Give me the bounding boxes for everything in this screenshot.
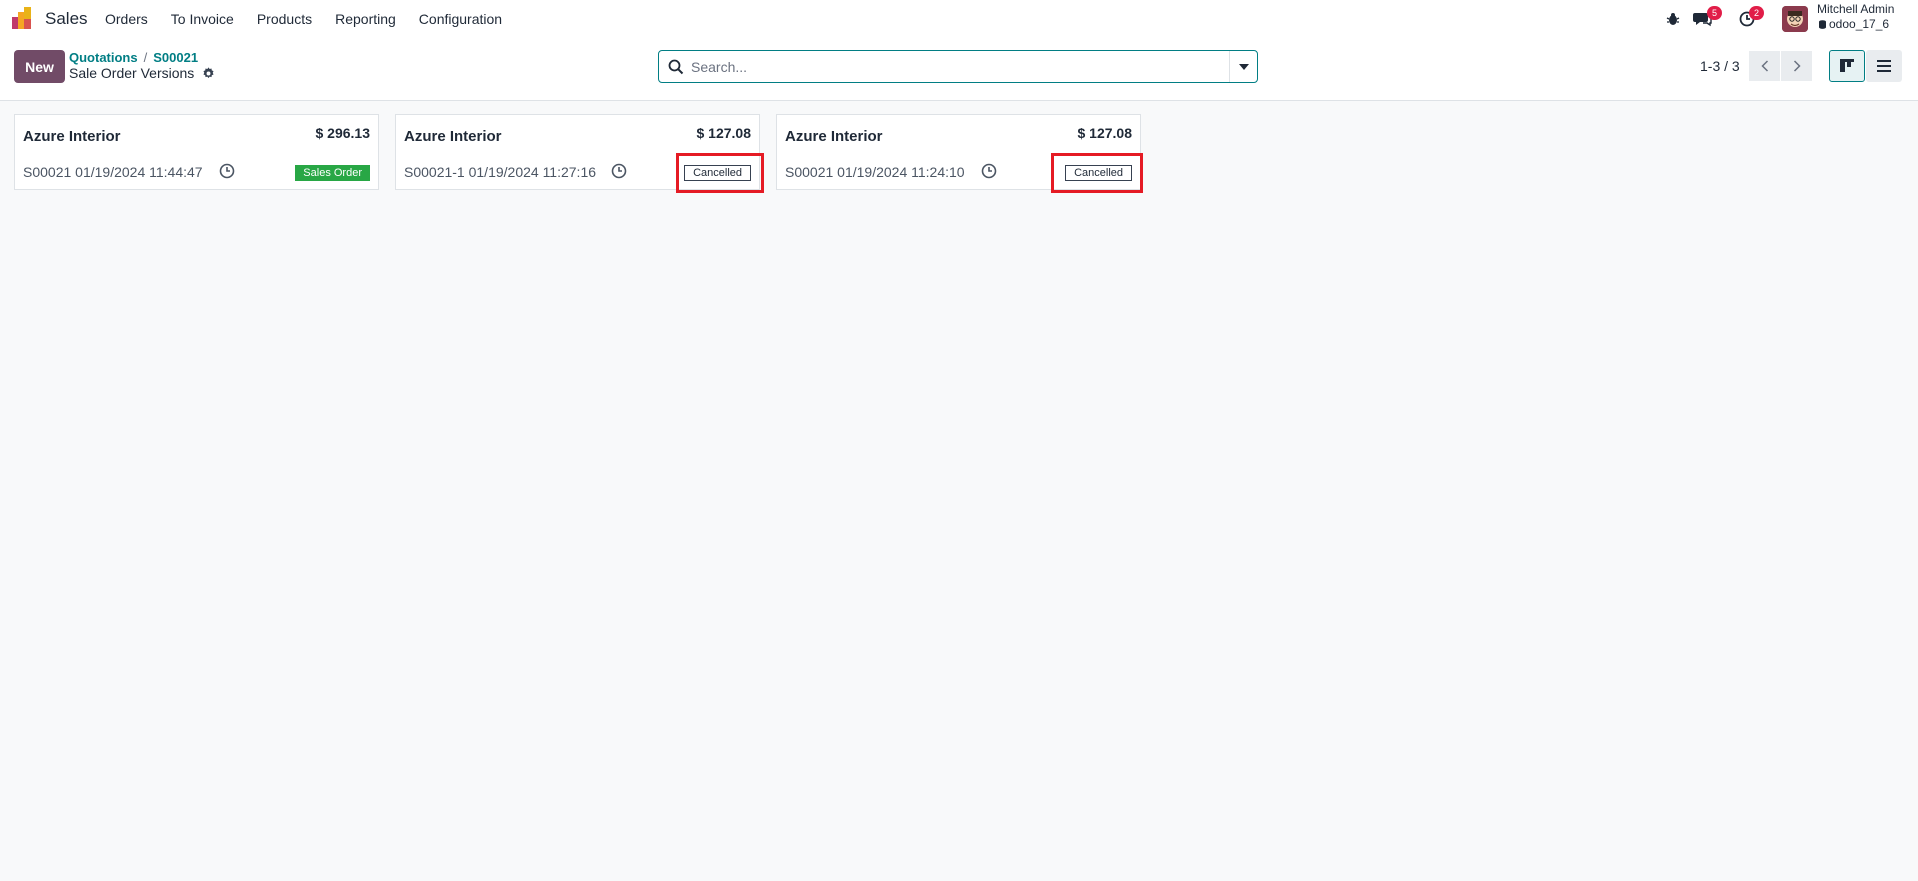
clock-icon[interactable] (219, 163, 235, 179)
gear-icon[interactable] (202, 66, 215, 80)
search-input[interactable] (691, 52, 1221, 81)
sales-app-icon[interactable] (12, 7, 36, 29)
chevron-right-icon (1793, 60, 1801, 72)
search-icon (668, 59, 684, 75)
card-amount: $ 127.08 (696, 125, 752, 141)
messages-icon[interactable]: 5 (1693, 6, 1722, 29)
breadcrumb-quotations[interactable]: Quotations (69, 50, 138, 65)
status-badge: Sales Order (295, 165, 370, 181)
search-bar (658, 50, 1258, 83)
app-name[interactable]: Sales (45, 9, 88, 29)
pager-next-button[interactable] (1781, 51, 1812, 81)
activities-icon[interactable]: 2 (1737, 6, 1764, 29)
clock-icon[interactable] (981, 163, 997, 179)
menu-products[interactable]: Products (257, 11, 312, 27)
search-options-toggle[interactable] (1229, 51, 1257, 82)
card-amount: $ 127.08 (1077, 125, 1133, 141)
control-panel: New Quotations / S00021 Sale Order Version… (0, 38, 1918, 101)
menu-configuration[interactable]: Configuration (419, 11, 502, 27)
pager-previous-button[interactable] (1749, 51, 1780, 81)
page-title-label: Sale Order Versions (69, 65, 195, 81)
list-icon (1877, 60, 1891, 72)
user-avatar[interactable] (1782, 6, 1808, 32)
new-button[interactable]: New (14, 50, 65, 83)
card-customer: Azure Interior (785, 128, 883, 145)
card-reference: S00021 01/19/2024 11:44:47 (23, 164, 203, 180)
breadcrumb-separator: / (143, 50, 148, 65)
main-menu: Orders To Invoice Products Reporting Con… (105, 11, 525, 27)
list-view-button[interactable] (1866, 50, 1902, 82)
menu-reporting[interactable]: Reporting (335, 11, 396, 27)
card-reference: S00021-1 01/19/2024 11:27:16 (404, 164, 597, 180)
kanban-card[interactable]: Azure Interior $ 296.13 S00021 01/19/202… (14, 114, 379, 190)
kanban-icon (1840, 59, 1854, 72)
card-reference: S00021 01/19/2024 11:24:10 (785, 164, 965, 180)
card-amount: $ 296.13 (315, 125, 371, 141)
highlight-box (1051, 153, 1143, 193)
menu-orders[interactable]: Orders (105, 11, 148, 27)
breadcrumb: Quotations / S00021 (69, 50, 198, 65)
database-icon (1819, 20, 1826, 29)
card-customer: Azure Interior (23, 128, 121, 145)
menu-to-invoice[interactable]: To Invoice (171, 11, 234, 27)
clock-icon[interactable] (611, 163, 627, 179)
database-name: odoo_17_6 (1819, 17, 1889, 31)
database-label: odoo_17_6 (1829, 17, 1890, 31)
debug-icon[interactable] (1663, 9, 1683, 29)
card-customer: Azure Interior (404, 128, 502, 145)
highlight-box (676, 153, 764, 193)
user-name[interactable]: Mitchell Admin (1817, 2, 1894, 16)
kanban-view-button[interactable] (1829, 50, 1865, 82)
chevron-left-icon (1760, 60, 1768, 72)
page-title: Sale Order Versions (69, 65, 215, 81)
pager-value[interactable]: 1-3 / 3 (1700, 58, 1740, 74)
messages-badge: 5 (1707, 6, 1722, 20)
caret-down-icon (1238, 63, 1249, 70)
top-navbar: Sales Orders To Invoice Products Reporti… (0, 0, 1918, 38)
activities-badge: 2 (1749, 6, 1764, 20)
breadcrumb-order[interactable]: S00021 (153, 50, 198, 65)
